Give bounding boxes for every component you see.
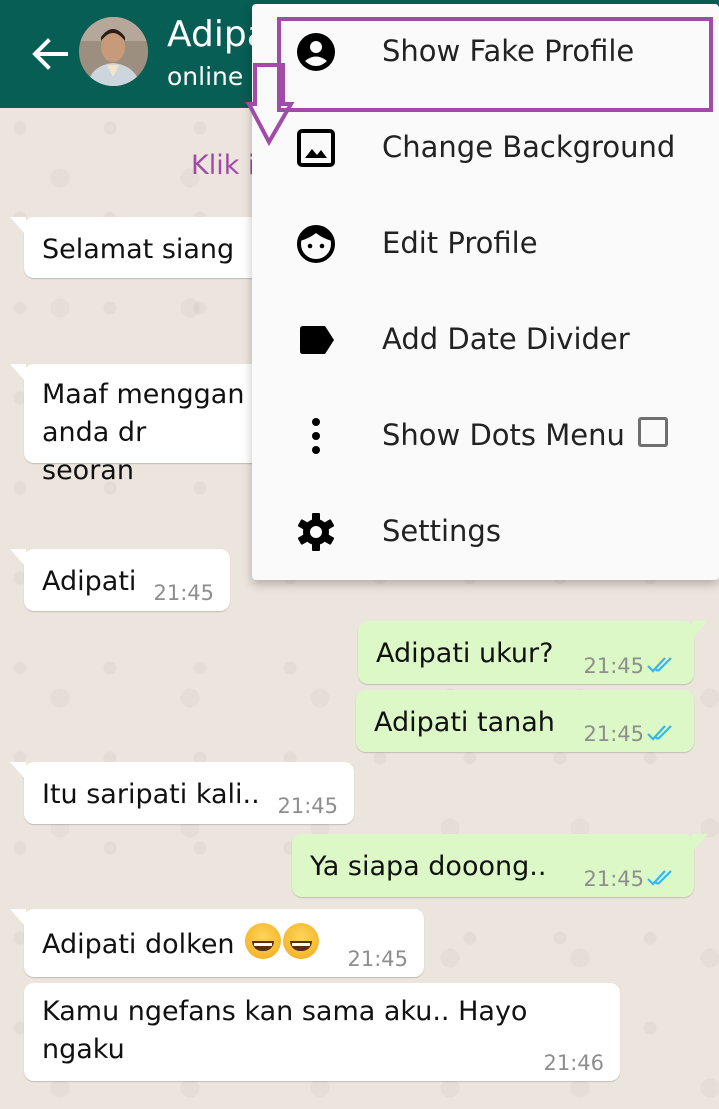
menu-item-show-dots-menu[interactable]: Show Dots Menu bbox=[252, 388, 719, 484]
read-ticks-icon bbox=[647, 657, 672, 673]
message-outgoing[interactable]: Adipati ukur? 21:45 bbox=[358, 621, 708, 684]
message-time: 21:45 bbox=[153, 581, 214, 605]
message-incoming[interactable]: Itu saripati kali.. 21:45 bbox=[10, 762, 354, 824]
message-outgoing[interactable]: Adipati tanah 21:45 bbox=[356, 690, 694, 752]
message-incoming[interactable]: Maaf menggan anda dr seoran bbox=[10, 364, 264, 486]
message-text: Kamu ngefans kan sama aku.. Hayo ngaku bbox=[42, 996, 528, 1065]
label-tag-icon bbox=[300, 326, 334, 354]
message-time: 21:45 bbox=[583, 722, 644, 746]
message-text: Ya siapa dooong.. bbox=[310, 851, 547, 882]
message-time: 21:45 bbox=[347, 947, 408, 971]
menu-item-add-date-divider[interactable]: Add Date Divider bbox=[252, 292, 719, 388]
contact-status: online bbox=[167, 62, 244, 91]
message-incoming[interactable]: Adipati 21:45 bbox=[10, 549, 230, 611]
menu-item-edit-profile[interactable]: Edit Profile bbox=[252, 196, 719, 292]
menu-item-change-background[interactable]: Change Background bbox=[252, 100, 719, 196]
menu-item-label: Settings bbox=[382, 514, 501, 548]
menu-item-label: Change Background bbox=[382, 130, 676, 164]
message-time: 21:46 bbox=[543, 1051, 604, 1075]
account-circle-icon bbox=[297, 33, 335, 71]
read-ticks-icon bbox=[647, 725, 672, 741]
message-time: 21:45 bbox=[583, 654, 644, 678]
message-text: Adipati dolken bbox=[42, 929, 235, 960]
message-time: 21:45 bbox=[277, 794, 338, 818]
message-text: Adipati bbox=[42, 566, 137, 597]
gear-icon bbox=[297, 513, 335, 551]
arrow-left-icon bbox=[32, 38, 68, 70]
back-button[interactable] bbox=[28, 32, 72, 76]
overflow-menu: Show Fake Profile Change Background Edit… bbox=[252, 4, 719, 580]
image-icon bbox=[297, 129, 335, 167]
message-text: Selamat siang bbox=[42, 234, 235, 265]
menu-item-settings[interactable]: Settings bbox=[252, 484, 719, 580]
menu-item-label: Edit Profile bbox=[382, 226, 538, 260]
message-incoming[interactable]: Kamu ngefans kan sama aku.. Hayo ngaku 2… bbox=[24, 983, 620, 1081]
menu-item-show-fake-profile[interactable]: Show Fake Profile bbox=[252, 4, 719, 100]
read-ticks-icon bbox=[647, 870, 672, 886]
grinning-face-emoji bbox=[283, 923, 320, 959]
message-time: 21:45 bbox=[583, 867, 644, 891]
message-text: Adipati tanah bbox=[374, 707, 555, 738]
menu-item-label: Add Date Divider bbox=[382, 322, 630, 356]
more-vert-icon bbox=[312, 418, 320, 454]
grinning-face-emoji bbox=[245, 923, 282, 959]
menu-item-label: Show Fake Profile bbox=[382, 34, 635, 68]
message-incoming[interactable]: Selamat siang bbox=[10, 217, 264, 278]
message-outgoing[interactable]: Ya siapa dooong.. 21:45 bbox=[292, 834, 708, 897]
show-dots-menu-checkbox[interactable] bbox=[638, 417, 668, 447]
contact-avatar[interactable] bbox=[79, 17, 148, 86]
avatar-photo bbox=[79, 17, 148, 86]
message-text: Adipati ukur? bbox=[376, 638, 554, 669]
menu-item-label: Show Dots Menu bbox=[382, 418, 625, 452]
message-incoming[interactable]: Adipati dolken 21:45 bbox=[10, 909, 424, 977]
face-icon bbox=[297, 225, 335, 263]
message-text: Itu saripati kali.. bbox=[42, 779, 260, 810]
